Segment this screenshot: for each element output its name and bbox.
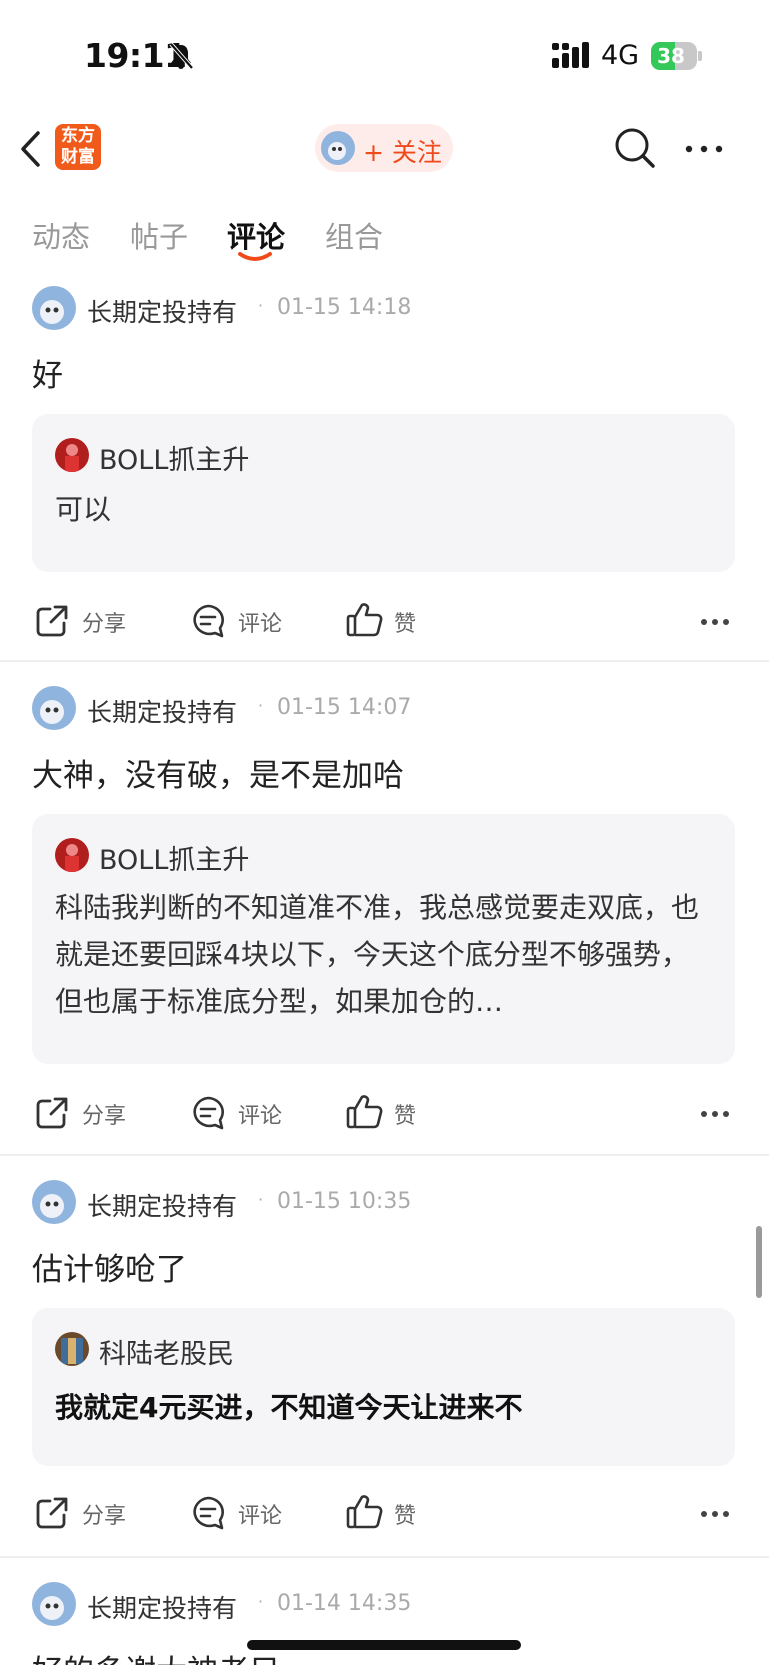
comment-time: 01-15 14:07 (277, 695, 412, 720)
comment-icon (193, 1096, 224, 1130)
network-type: 4G (601, 40, 640, 71)
comment-icon (193, 604, 224, 638)
follow-label: + 关注 (363, 138, 442, 167)
tab-comments[interactable]: 评论 (227, 214, 285, 256)
comment-time: 01-15 10:35 (277, 1189, 412, 1214)
avatar[interactable] (32, 286, 76, 330)
share-button[interactable]: 分享 (34, 596, 144, 646)
thumbs-up-icon (346, 603, 383, 637)
home-indicator[interactable] (247, 1640, 521, 1650)
more-icon[interactable] (684, 144, 724, 154)
like-label: 赞 (394, 612, 417, 637)
avatar[interactable] (32, 1582, 76, 1626)
like-label: 赞 (394, 1504, 417, 1529)
action-bar: 分享 评论 赞 (0, 1088, 769, 1138)
share-icon (36, 1097, 68, 1129)
signal-icon (552, 42, 589, 68)
like-button[interactable]: 赞 (346, 1088, 436, 1138)
more-icon[interactable] (700, 618, 730, 626)
username[interactable]: 长期定投持有 (87, 1187, 237, 1223)
bell-muted-icon (169, 42, 194, 70)
username[interactable]: 长期定投持有 (87, 693, 237, 729)
divider (0, 1154, 769, 1156)
status-bar: 19:11 4G 38 (0, 0, 769, 110)
avatar (55, 1332, 89, 1366)
search-icon[interactable] (613, 126, 657, 170)
comment-button[interactable]: 评论 (190, 1088, 300, 1138)
quoted-text: 科陆我判断的不知道准不准，我总感觉要走双底，也就是还要回踩4块以下，今天这个底分… (55, 891, 700, 1018)
username[interactable]: 长期定投持有 (87, 1589, 237, 1625)
comment-text: 好的多谢大神老只 (32, 1646, 280, 1665)
avatar[interactable] (32, 686, 76, 730)
tab-posts[interactable]: 帖子 (130, 214, 188, 256)
avatar (55, 838, 89, 872)
action-bar: 分享 评论 赞 (0, 1488, 769, 1538)
username[interactable]: 长期定投持有 (87, 293, 237, 329)
divider (0, 1556, 769, 1558)
comment-label: 评论 (238, 612, 283, 637)
quoted-username: BOLL抓主升 (99, 445, 250, 476)
more-icon[interactable] (700, 1110, 730, 1118)
quoted-post[interactable]: 科陆老股民 我就定4元买进，不知道今天让进来不 (32, 1308, 735, 1466)
thumbs-up-icon (346, 1495, 383, 1529)
share-button[interactable]: 分享 (34, 1488, 144, 1538)
quoted-username: 科陆老股民 (99, 1339, 234, 1370)
share-icon (36, 605, 68, 637)
quoted-post[interactable]: BOLL抓主升 可以 (32, 414, 735, 572)
share-button[interactable]: 分享 (34, 1088, 144, 1138)
tab-active-indicator (238, 252, 272, 261)
like-button[interactable]: 赞 (346, 1488, 436, 1538)
quoted-text: 我就定4元买进，不知道今天让进来不 (55, 1391, 523, 1424)
battery-icon: 38 (651, 42, 697, 70)
avatar (55, 438, 89, 472)
share-label: 分享 (82, 1104, 127, 1129)
battery-level: 38 (657, 44, 685, 68)
back-chevron-icon[interactable] (18, 130, 44, 168)
avatar (321, 131, 355, 165)
comment-button[interactable]: 评论 (190, 596, 300, 646)
comment-text: 大神，没有破，是不是加哈 (32, 758, 404, 794)
comment-label: 评论 (238, 1104, 283, 1129)
nav-bar: 东方 财富 + 关注 (0, 112, 769, 184)
tab-bar: 动态 帖子 评论 组合 (0, 206, 769, 266)
comment-text: 好 (32, 358, 63, 394)
thumbs-up-icon (346, 1095, 383, 1129)
follow-button[interactable]: + 关注 (315, 124, 453, 172)
comment-text: 估计够呛了 (32, 1252, 187, 1288)
app-logo: 东方 财富 (55, 124, 101, 170)
avatar[interactable] (32, 1180, 76, 1224)
share-label: 分享 (82, 1504, 127, 1529)
action-bar: 分享 评论 赞 (0, 596, 769, 646)
comment-time: 01-15 14:18 (277, 295, 412, 320)
share-icon (36, 1497, 68, 1529)
comment-button[interactable]: 评论 (190, 1488, 300, 1538)
tab-dynamics[interactable]: 动态 (32, 214, 90, 256)
like-button[interactable]: 赞 (346, 596, 436, 646)
like-label: 赞 (394, 1104, 417, 1129)
share-label: 分享 (82, 612, 127, 637)
comment-label: 评论 (238, 1504, 283, 1529)
scrollbar[interactable] (756, 1226, 762, 1298)
tab-portfolio[interactable]: 组合 (325, 214, 383, 256)
comment-time: 01-14 14:35 (277, 1591, 412, 1616)
quoted-text: 可以 (55, 493, 112, 526)
quoted-post[interactable]: BOLL抓主升 科陆我判断的不知道准不准，我总感觉要走双底，也就是还要回踩4块以… (32, 814, 735, 1064)
more-icon[interactable] (700, 1510, 730, 1518)
quoted-username: BOLL抓主升 (99, 845, 250, 876)
comment-icon (193, 1496, 224, 1530)
divider (0, 660, 769, 662)
